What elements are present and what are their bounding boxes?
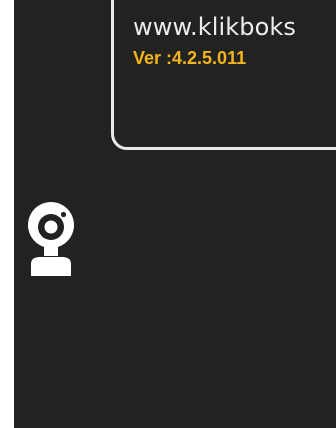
app-screen: www.klikboks Ver :4.2.5.011	[14, 0, 336, 428]
device-frame: www.klikboks Ver :4.2.5.011	[0, 0, 336, 428]
version-label: Ver :4.2.5.011	[133, 48, 247, 68]
webcam-icon[interactable]	[26, 196, 76, 276]
website-url: www.klikboks	[133, 13, 296, 41]
info-panel: www.klikboks Ver :4.2.5.011	[111, 0, 336, 150]
